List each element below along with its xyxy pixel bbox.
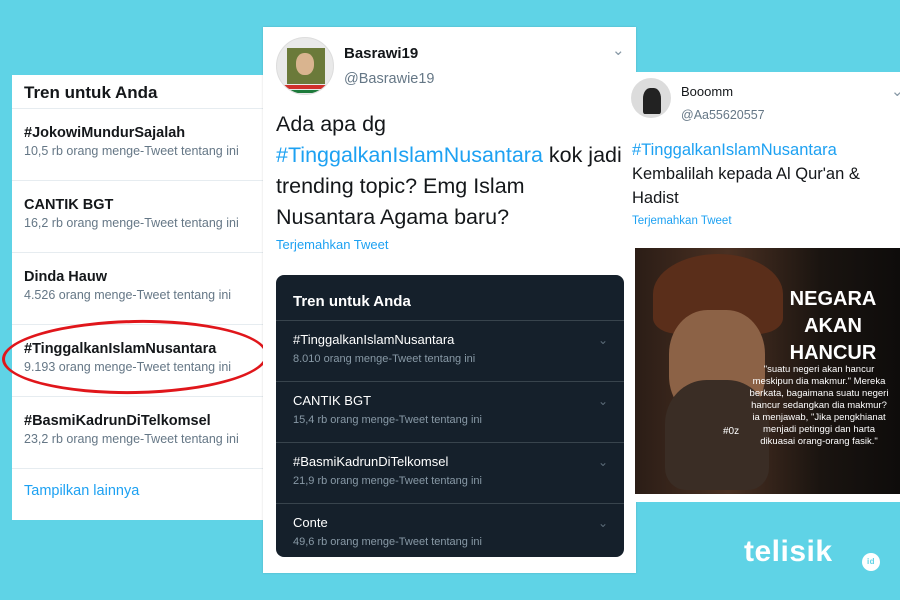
translate-tweet-link[interactable]: Terjemahkan Tweet [632,215,732,227]
trend-item[interactable]: #BasmiKadrunDiTelkomsel 21,9 rb orang me… [276,443,624,504]
trend-count: 10,5 rb orang menge-Tweet tentang ini [24,144,239,158]
trend-count: 8.010 orang menge-Tweet tentang ini [293,353,476,365]
tweet-text-before: Ada apa dg [276,112,386,136]
translate-tweet-link[interactable]: Terjemahkan Tweet [276,237,389,252]
trends-title: Tren untuk Anda [276,275,624,321]
tweet-card-booomm: Booomm @Aa55620557 ⌄ #TinggalkanIslamNus… [629,72,900,502]
trend-name: #JokowiMundurSajalah [24,125,186,141]
user-handle[interactable]: @Aa55620557 [681,108,765,122]
hashtag-link[interactable]: #TinggalkanIslamNusantara [632,138,898,162]
logo-text: telisik [744,535,833,568]
hashtag-link[interactable]: #TinggalkanIslamNusantara [276,143,543,167]
avatar[interactable] [276,37,334,95]
image-mark: #0z [723,426,740,437]
chevron-down-icon[interactable]: ⌄ [891,82,900,100]
trend-name: #TinggalkanIslamNusantara [293,332,455,347]
display-name[interactable]: Basrawi19 [344,45,434,62]
logo-suffix: id [862,553,880,571]
user-handle[interactable]: @Basrawie19 [344,71,434,87]
telisik-logo: telisik id [744,535,880,571]
trend-item[interactable]: CANTIK BGT 15,4 rb orang menge-Tweet ten… [276,382,624,443]
trend-count: 49,6 rb orang menge-Tweet tentang ini [293,536,482,548]
trend-count: 16,2 rb orang menge-Tweet tentang ini [24,216,239,230]
trend-name: CANTIK BGT [293,393,372,408]
user-info: Booomm @Aa55620557 [681,84,765,122]
trends-panel-dark: Tren untuk Anda #TinggalkanIslamNusantar… [276,275,624,557]
trend-name: Dinda Hauw [24,269,107,285]
chevron-down-icon[interactable]: ⌄ [598,516,608,530]
trend-name: Conte [293,515,328,530]
chevron-down-icon[interactable]: ⌄ [598,455,608,469]
tweet-text: Ada apa dg #TinggalkanIslamNusantara kok… [276,109,626,233]
trend-count: 21,9 rb orang menge-Tweet tentang ini [293,475,482,487]
trend-name: CANTIK BGT [24,197,114,213]
trend-count: 23,2 rb orang menge-Tweet tentang ini [24,432,239,446]
trend-item[interactable]: Dinda Hauw 4.526 orang menge-Tweet tenta… [12,253,263,325]
trends-title: Tren untuk Anda [12,75,263,109]
trend-item[interactable]: #TinggalkanIslamNusantara 8.010 orang me… [276,321,624,382]
trend-item[interactable]: CANTIK BGT 16,2 rb orang menge-Tweet ten… [12,181,263,253]
tweet-card-basrawi: Basrawi19 @Basrawie19 ⌄ Ada apa dg #Ting… [263,27,636,573]
user-info: Basrawi19 @Basrawie19 [344,45,434,87]
tweet-text: #TinggalkanIslamNusantara Kembalilah kep… [632,138,898,210]
trend-name: #BasmiKadrunDiTelkomsel [24,413,211,429]
trend-count: 15,4 rb orang menge-Tweet tentang ini [293,414,482,426]
trend-item[interactable]: #BasmiKadrunDiTelkomsel 23,2 rb orang me… [12,397,263,469]
show-more-link[interactable]: Tampilkan lainnya [12,469,263,513]
image-quote: "suatu negeri akan hancur meskipun dia m… [749,364,889,447]
display-name[interactable]: Booomm [681,84,765,99]
chevron-down-icon[interactable]: ⌄ [612,41,625,59]
tweet-image[interactable]: NEGARA AKAN HANCUR "suatu negeri akan ha… [635,248,900,494]
trend-count: 4.526 orang menge-Tweet tentang ini [24,288,232,302]
trend-item[interactable]: Conte 49,6 rb orang menge-Tweet tentang … [276,504,624,557]
chevron-down-icon[interactable]: ⌄ [598,333,608,347]
trend-item[interactable]: #JokowiMundurSajalah 10,5 rb orang menge… [12,109,263,181]
trends-panel-light: Tren untuk Anda #JokowiMundurSajalah 10,… [12,75,264,520]
avatar[interactable] [631,78,671,118]
tweet-body: Kembalilah kepada Al Qur'an & Hadist [632,165,860,207]
image-headline: NEGARA AKAN HANCUR [789,288,877,364]
chevron-down-icon[interactable]: ⌄ [598,394,608,408]
trend-name: #BasmiKadrunDiTelkomsel [293,454,449,469]
